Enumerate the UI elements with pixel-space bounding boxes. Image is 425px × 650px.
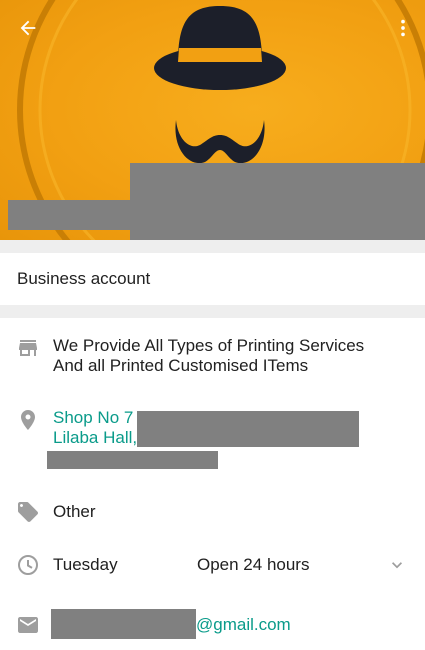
redacted-email-user (51, 609, 196, 639)
business-account-label: Business account (17, 269, 151, 288)
hours-day: Tuesday (53, 555, 118, 574)
section-divider (0, 240, 425, 253)
arrow-back-icon (20, 20, 36, 36)
chevron-down-icon[interactable] (387, 555, 407, 575)
category-row: Other (0, 500, 425, 524)
profile-cover (0, 0, 425, 240)
redacted-address-part (137, 411, 359, 447)
hours-row[interactable]: Tuesday Open 24 hours (0, 553, 425, 577)
clock-icon (18, 555, 38, 575)
business-description-row: We Provide All Types of Printing Service… (0, 336, 425, 386)
hours-status: Open 24 hours (197, 555, 310, 574)
address-line-1: Shop No 7 (53, 408, 134, 427)
redacted-profile-name (130, 163, 425, 240)
description-line-1: We Provide All Types of Printing Service… (53, 336, 365, 355)
redacted-profile-subtitle (8, 200, 130, 230)
tag-icon (18, 502, 38, 522)
mail-icon (18, 617, 38, 633)
category-label: Other (53, 502, 96, 521)
redacted-address-part (47, 451, 218, 469)
more-options-button[interactable] (390, 12, 416, 44)
business-description: We Provide All Types of Printing Service… (53, 336, 364, 376)
address-text[interactable]: Shop No 7 Lilaba Hall, (53, 408, 137, 448)
more-vert-icon (401, 19, 405, 37)
back-button[interactable] (10, 12, 46, 44)
section-divider (0, 305, 425, 318)
location-pin-icon (21, 410, 35, 430)
email-domain[interactable]: @gmail.com (196, 615, 291, 635)
address-line-2: Lilaba Hall, (53, 428, 138, 447)
description-line-2: And all Printed Customised ITems (53, 356, 309, 375)
storefront-icon (19, 340, 37, 356)
